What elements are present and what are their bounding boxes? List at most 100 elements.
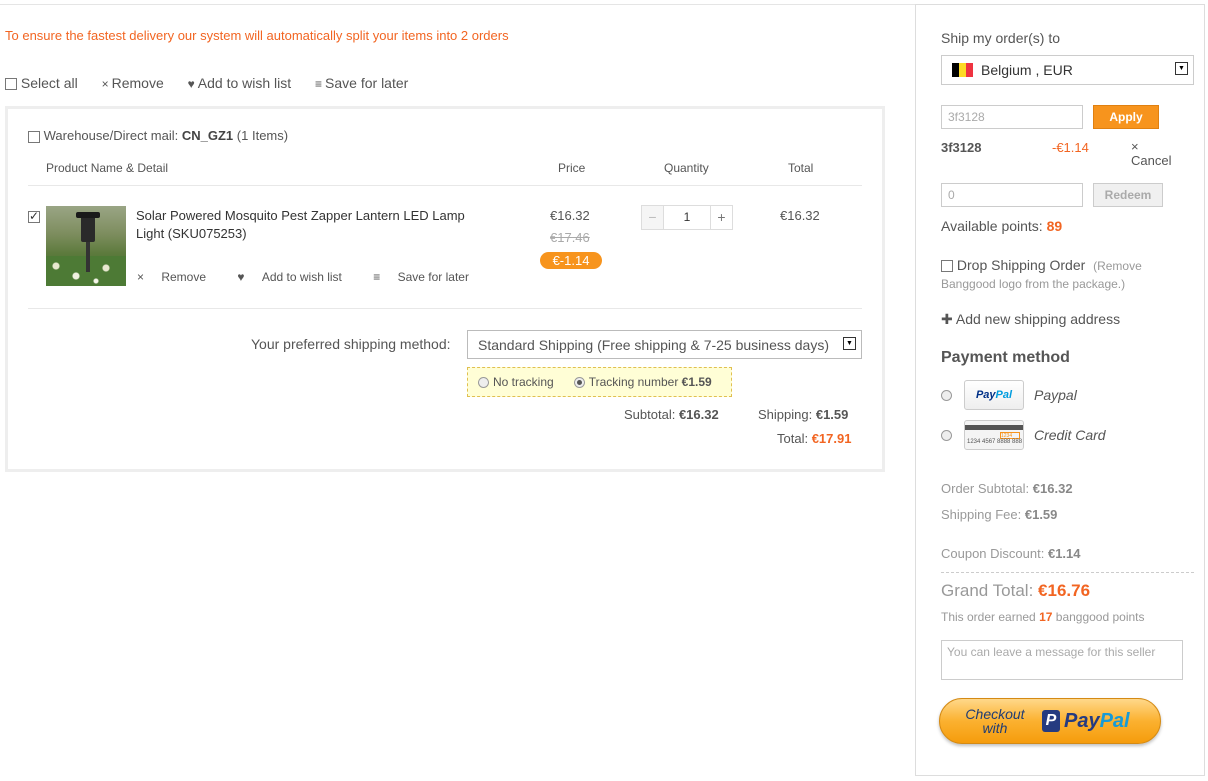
remove-selected-button[interactable]: × Remove: [102, 75, 164, 91]
list-icon: ≡: [373, 270, 384, 284]
item-actions: × Remove ♥ Add to wish list ≡ Save for l…: [137, 270, 497, 284]
order-subtotal: Subtotal: €16.32: [624, 407, 719, 422]
available-points: Available points: 89: [941, 218, 1062, 234]
belgium-flag-icon: [952, 63, 973, 77]
order-subtotal-line: Order Subtotal: €16.32: [941, 481, 1073, 496]
dropdown-arrow-icon[interactable]: ▼: [1175, 62, 1188, 75]
quantity-decrease-button[interactable]: −: [642, 206, 664, 229]
item-wishlist-label[interactable]: Add to wish list: [262, 270, 342, 284]
heart-icon: ♥: [237, 270, 248, 284]
grand-total: Grand Total: €16.76: [941, 581, 1091, 600]
apply-coupon-button[interactable]: Apply: [1093, 105, 1159, 129]
warehouse-header: Warehouse/Direct mail: CN_GZ1 (1 Items): [28, 128, 288, 143]
column-header-total: Total: [788, 161, 814, 175]
paypal-logo-icon: P PayPal: [1042, 710, 1130, 733]
top-divider: [0, 4, 915, 5]
subtotal-label: Subtotal:: [624, 407, 676, 422]
checkout-with-paypal-button[interactable]: Checkout with P PayPal: [939, 698, 1161, 744]
item-remove-label[interactable]: Remove: [161, 270, 206, 284]
close-icon: ×: [101, 77, 109, 91]
points-value: 89: [1046, 218, 1063, 234]
points-earned-note: This order earned 17 banggood points: [941, 610, 1145, 624]
quantity-increase-button[interactable]: +: [710, 206, 732, 229]
total-value: €17.91: [811, 431, 852, 446]
split-order-notice: To ensure the fastest delivery our syste…: [5, 28, 509, 43]
cancel-coupon-button[interactable]: × Cancel: [1131, 140, 1171, 168]
tracking-options: No tracking Tracking number €1.59: [467, 367, 732, 397]
summary-divider: [941, 572, 1194, 573]
country-select[interactable]: Belgium , EUR ▼: [941, 55, 1194, 85]
column-header-quantity: Quantity: [664, 161, 709, 175]
plus-icon: ✚: [941, 311, 956, 327]
save-for-later-button[interactable]: ≡ Save for later: [315, 75, 408, 91]
add-address-label[interactable]: Add new shipping address: [956, 311, 1120, 327]
dropdown-arrow-icon[interactable]: ▼: [843, 337, 856, 350]
subtotal-value: €16.32: [678, 407, 719, 422]
redeem-points-button[interactable]: Redeem: [1093, 183, 1163, 207]
country-value: Belgium , EUR: [981, 62, 1073, 78]
tracking-number-label[interactable]: Tracking number: [589, 375, 679, 389]
product-thumbnail[interactable]: [46, 206, 126, 286]
paypal-label[interactable]: Paypal: [1034, 387, 1077, 403]
item-save-later-label[interactable]: Save for later: [398, 270, 469, 284]
payment-option-credit-card[interactable]: 1234 1234 4567 8888 888 Credit Card: [941, 420, 1106, 450]
select-all-toggle[interactable]: Select all: [5, 75, 78, 91]
header-divider: [28, 185, 862, 186]
total-label: Total:: [777, 431, 809, 446]
add-shipping-address-link[interactable]: ✚ Add new shipping address: [941, 311, 1120, 328]
item-wishlist-button[interactable]: ♥ Add to wish list: [237, 270, 356, 284]
quantity-stepper: − 1 +: [641, 205, 733, 230]
item-checkbox[interactable]: [28, 209, 40, 223]
cancel-coupon-label[interactable]: Cancel: [1131, 153, 1171, 168]
quantity-input[interactable]: 1: [664, 206, 710, 229]
warehouse-code: CN_GZ1: [181, 128, 234, 143]
tracking-number-option[interactable]: Tracking number €1.59: [573, 375, 712, 389]
credit-card-label[interactable]: Credit Card: [1034, 427, 1106, 443]
applied-coupon-amount: -€1.14: [1052, 140, 1089, 155]
credit-card-radio[interactable]: [941, 429, 952, 441]
item-save-later-button[interactable]: ≡ Save for later: [373, 270, 483, 284]
warehouse-item-count: (1 Items): [236, 128, 289, 143]
tracking-number-radio[interactable]: [573, 377, 585, 389]
select-all-checkbox[interactable]: [5, 78, 17, 91]
item-remove-button[interactable]: × Remove: [137, 270, 220, 284]
points-input[interactable]: 0: [941, 183, 1083, 207]
add-wish-label[interactable]: Add to wish list: [198, 75, 291, 91]
coupon-input[interactable]: 3f3128: [941, 105, 1083, 129]
product-name-link[interactable]: Solar Powered Mosquito Pest Zapper Lante…: [136, 207, 476, 243]
order-shipping: Shipping: €1.59: [758, 407, 848, 422]
ship-to-label: Ship my order(s) to: [941, 30, 1061, 46]
no-tracking-radio[interactable]: [478, 377, 489, 389]
discount-badge: €-1.14: [540, 252, 602, 269]
seller-message-textarea[interactable]: You can leave a message for this seller: [941, 640, 1183, 680]
save-later-label[interactable]: Save for later: [325, 75, 408, 91]
no-tracking-option[interactable]: No tracking: [478, 375, 554, 389]
heart-icon: ♥: [187, 77, 195, 91]
warehouse-label: Warehouse/Direct mail:: [43, 128, 179, 143]
credit-card-icon: 1234 1234 4567 8888 888: [964, 420, 1024, 450]
shipping-method-value: Standard Shipping (Free shipping & 7-25 …: [478, 337, 829, 353]
shipping-label: Shipping:: [758, 407, 813, 422]
close-icon: ×: [137, 270, 148, 284]
grand-total-value: €16.76: [1038, 581, 1091, 600]
warehouse-checkbox[interactable]: [28, 130, 40, 143]
item-total: €16.32: [780, 208, 820, 223]
drop-shipping-label[interactable]: Drop Shipping Order: [957, 257, 1085, 273]
cart-toolbar: Select all × Remove ♥ Add to wish list ≡ Sa…: [5, 75, 428, 91]
order-total: Total: €17.91: [777, 431, 851, 446]
remove-label[interactable]: Remove: [112, 75, 164, 91]
tracking-number-price: €1.59: [681, 375, 712, 389]
no-tracking-label[interactable]: No tracking: [493, 375, 554, 389]
paypal-logo-icon: PayPal: [964, 380, 1024, 410]
drop-shipping-checkbox[interactable]: [941, 260, 953, 273]
checkout-with-label: Checkout with: [965, 706, 1025, 736]
payment-option-paypal[interactable]: PayPal Paypal: [941, 380, 1077, 410]
paypal-radio[interactable]: [941, 389, 952, 401]
drop-shipping-option: Drop Shipping Order (Remove Banggood log…: [941, 257, 1191, 293]
item-old-price: €17.46: [550, 230, 590, 245]
select-all-label[interactable]: Select all: [21, 75, 78, 91]
column-header-product: Product Name & Detail: [46, 161, 169, 175]
shipping-method-select[interactable]: Standard Shipping (Free shipping & 7-25 …: [467, 330, 862, 359]
shipping-method-label: Your preferred shipping method:: [251, 336, 451, 352]
add-to-wishlist-button[interactable]: ♥ Add to wish list: [188, 75, 292, 91]
